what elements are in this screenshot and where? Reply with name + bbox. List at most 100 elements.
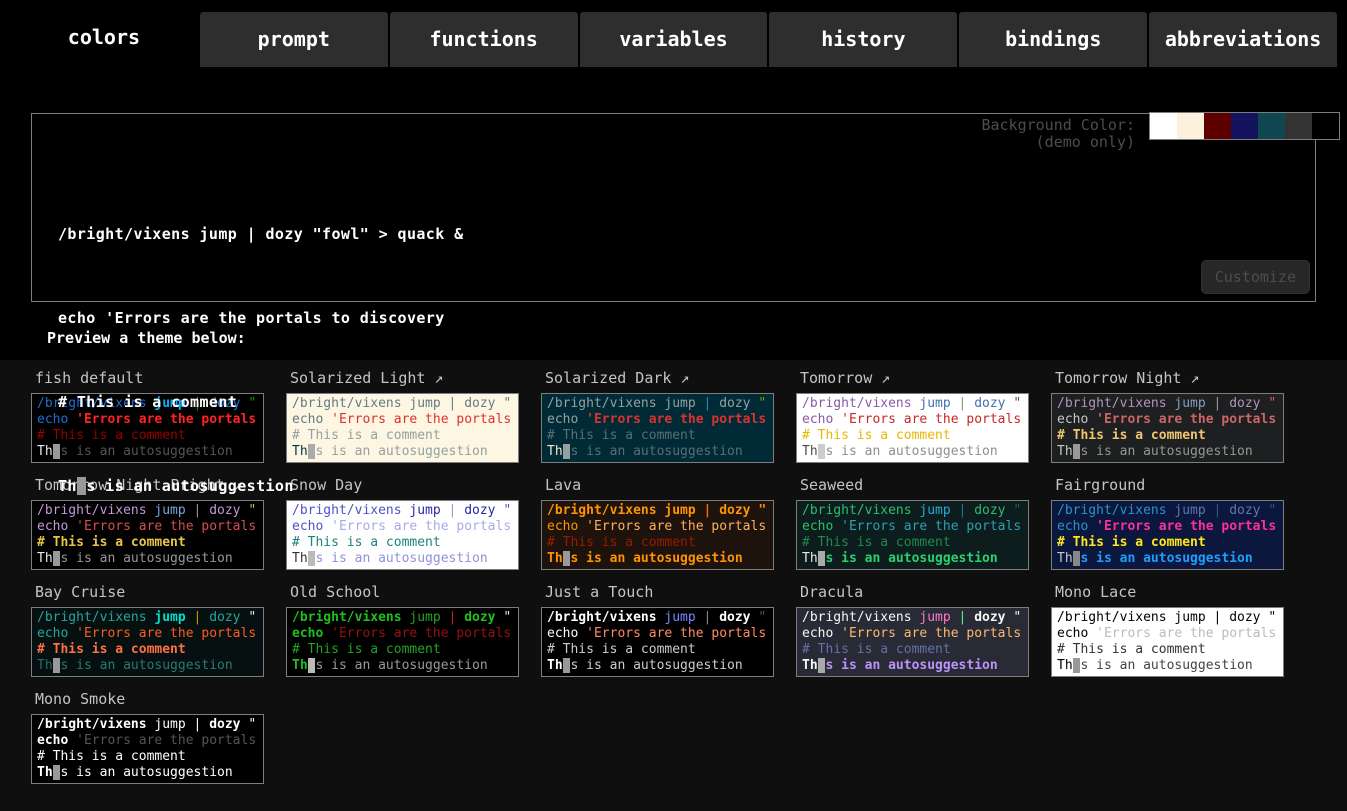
theme-title-seaweed[interactable]: Seaweed: [800, 476, 1051, 495]
theme-line-1: /bright/vixens jump | dozy ": [802, 610, 1023, 626]
bg-swatch-cream[interactable]: [1177, 113, 1204, 139]
tab-bindings[interactable]: bindings: [959, 12, 1147, 67]
theme-tomorrow: Tomorrow ↗ /bright/vixens jump | dozy "ec…: [796, 369, 1051, 463]
token: dozy: [464, 503, 495, 518]
theme-preview-solarized-dark[interactable]: /bright/vixens jump | dozy "echo 'Errors…: [541, 393, 774, 463]
theme-line-4: This is an autosuggestion: [37, 765, 258, 781]
token: 'Errors are the portals: [841, 519, 1021, 534]
token: jump: [664, 610, 695, 625]
theme-line-3: # This is a comment: [802, 535, 1023, 551]
background-swatch-row: [1149, 112, 1340, 140]
bg-swatch-black[interactable]: [1312, 113, 1339, 139]
theme-preview-fairground[interactable]: /bright/vixens jump | dozy "echo 'Errors…: [1051, 500, 1284, 570]
token: 'Errors are the portals: [586, 519, 766, 534]
token: Th: [292, 658, 308, 673]
token: echo: [1057, 626, 1096, 641]
theme-preview-mono-smoke[interactable]: /bright/vixens jump | dozy "echo 'Errors…: [31, 714, 264, 784]
theme-preview-seaweed[interactable]: /bright/vixens jump | dozy "echo 'Errors…: [796, 500, 1029, 570]
theme-title-lava[interactable]: Lava: [545, 476, 796, 495]
token: dozy: [209, 717, 240, 732]
token: dozy: [464, 610, 495, 625]
theme-title-tomorrow[interactable]: Tomorrow ↗: [800, 369, 1051, 388]
theme-line-3: # This is a comment: [1057, 428, 1278, 444]
theme-title-mono-smoke[interactable]: Mono Smoke: [35, 690, 286, 709]
terminal-preview: /bright/vixens jump | dozy "fowl" > quac…: [58, 164, 464, 556]
theme-title-tomorrow-night[interactable]: Tomorrow Night ↗: [1055, 369, 1306, 388]
token: s is an autosuggestion: [60, 658, 232, 673]
token: Th: [547, 551, 563, 566]
theme-preview-old-school[interactable]: /bright/vixens jump | dozy "echo 'Errors…: [286, 607, 519, 677]
theme-line-1: /bright/vixens jump | dozy ": [547, 503, 768, 519]
theme-title-mono-lace[interactable]: Mono Lace: [1055, 583, 1306, 602]
theme-line-4: This is an autosuggestion: [802, 551, 1023, 567]
theme-line-2: echo 'Errors are the portals: [802, 412, 1023, 428]
token: /bright/vixens: [292, 610, 409, 625]
token: /bright/vixens: [547, 610, 664, 625]
token: ": [496, 396, 512, 411]
theme-preview-just-a-touch[interactable]: /bright/vixens jump | dozy "echo 'Errors…: [541, 607, 774, 677]
tab-functions[interactable]: functions: [390, 12, 578, 67]
bg-swatch-maroon[interactable]: [1204, 113, 1231, 139]
theme-line-2: echo 'Errors are the portals: [547, 519, 768, 535]
token: # This is a comment: [802, 428, 951, 443]
token: s is an autosuggestion: [570, 551, 742, 566]
theme-bay-cruise: Bay Cruise/bright/vixens jump | dozy "ec…: [31, 583, 286, 677]
token: dozy: [1229, 503, 1260, 518]
theme-mono-lace: Mono Lace/bright/vixens jump | dozy "ech…: [1051, 583, 1306, 677]
theme-line-1: /bright/vixens jump | dozy ": [37, 717, 258, 733]
token: ": [751, 503, 767, 518]
token: 'Errors are the portals: [76, 626, 256, 641]
theme-preview-mono-lace[interactable]: /bright/vixens jump | dozy "echo 'Errors…: [1051, 607, 1284, 677]
theme-preview-lava[interactable]: /bright/vixens jump | dozy "echo 'Errors…: [541, 500, 774, 570]
tab-prompt[interactable]: prompt: [200, 12, 388, 67]
token: # This is a comment: [37, 749, 186, 764]
token: echo: [802, 519, 841, 534]
token: s is an autosuggestion: [825, 551, 997, 566]
customize-button[interactable]: Customize: [1201, 260, 1310, 294]
theme-title-dracula[interactable]: Dracula: [800, 583, 1051, 602]
token: s is an autosuggestion: [315, 658, 487, 673]
theme-line-2: echo 'Errors are the portals: [37, 626, 258, 642]
token: # This is a comment: [547, 535, 696, 550]
token: |: [696, 610, 719, 625]
token: jump: [664, 396, 695, 411]
token: jump: [664, 503, 695, 518]
bg-swatch-teal[interactable]: [1258, 113, 1285, 139]
token: ": [1261, 610, 1277, 625]
token: jump: [1174, 396, 1205, 411]
token: echo: [292, 626, 331, 641]
token: echo: [1057, 519, 1096, 534]
token: Th: [37, 658, 53, 673]
token: ": [241, 717, 257, 732]
theme-line-2: echo 'Errors are the portals: [547, 626, 768, 642]
token: 'Errors are the portals: [1096, 412, 1276, 427]
token: dozy: [464, 396, 495, 411]
token: # This is a comment: [37, 642, 186, 657]
token: # This is a comment: [1057, 535, 1206, 550]
token: dozy: [719, 610, 750, 625]
tab-colors[interactable]: colors: [10, 8, 198, 67]
tab-abbreviations[interactable]: abbreviations: [1149, 12, 1337, 67]
tab-history[interactable]: history: [769, 12, 957, 67]
theme-preview-bay-cruise[interactable]: /bright/vixens jump | dozy "echo 'Errors…: [31, 607, 264, 677]
bg-swatch-charcoal[interactable]: [1285, 113, 1312, 139]
bg-swatch-navy[interactable]: [1231, 113, 1258, 139]
theme-title-fairground[interactable]: Fairground: [1055, 476, 1306, 495]
token: ": [496, 503, 512, 518]
theme-preview-tomorrow[interactable]: /bright/vixens jump | dozy "echo 'Errors…: [796, 393, 1029, 463]
terminal-line-autosuggestion: This is an autosuggestion: [58, 472, 464, 500]
bg-swatch-white[interactable]: [1150, 113, 1177, 139]
token: /bright/vixens: [37, 610, 154, 625]
token: echo: [37, 733, 76, 748]
theme-title-just-a-touch[interactable]: Just a Touch: [545, 583, 796, 602]
tab-variables[interactable]: variables: [580, 12, 768, 67]
theme-title-bay-cruise[interactable]: Bay Cruise: [35, 583, 286, 602]
theme-preview-tomorrow-night[interactable]: /bright/vixens jump | dozy "echo 'Errors…: [1051, 393, 1284, 463]
token: /bright/vixens: [37, 717, 154, 732]
theme-title-old-school[interactable]: Old School: [290, 583, 541, 602]
token: jump: [919, 503, 950, 518]
theme-preview-dracula[interactable]: /bright/vixens jump | dozy "echo 'Errors…: [796, 607, 1029, 677]
token: dozy: [974, 503, 1005, 518]
theme-line-2: echo 'Errors are the portals: [1057, 626, 1278, 642]
theme-title-solarized-dark[interactable]: Solarized Dark ↗: [545, 369, 796, 388]
